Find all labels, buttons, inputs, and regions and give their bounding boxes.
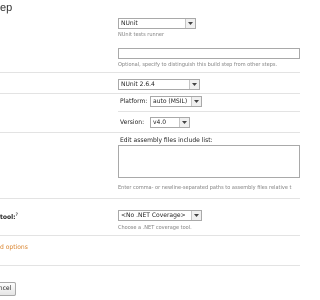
chevron-down-icon — [191, 211, 201, 220]
platform-select[interactable]: auto (MSIL) — [150, 96, 202, 107]
runner-hint: NUnit tests runner — [118, 32, 164, 38]
chevron-down-icon — [185, 19, 195, 28]
runner-select-value: NUnit — [121, 20, 138, 27]
divider — [118, 111, 300, 112]
coverage-tool-value: <No .NET Coverage> — [121, 212, 186, 219]
runner-select[interactable]: NUnit — [118, 18, 196, 29]
version-label: Version: — [120, 119, 145, 126]
coverage-tool-label-text: tool: — [0, 214, 16, 221]
platform-label: Platform: — [120, 98, 148, 105]
assemblies-hint: Enter comma- or newline-separated paths … — [118, 185, 292, 191]
nunit-version-select[interactable]: NUnit 2.6.4 — [118, 79, 200, 90]
version-select-value: v4.0 — [153, 119, 167, 126]
chevron-down-icon — [189, 80, 199, 89]
page-title: ep — [0, 2, 13, 14]
platform-select-value: auto (MSIL) — [153, 98, 188, 105]
chevron-down-icon — [191, 97, 201, 106]
nunit-version-value: NUnit 2.6.4 — [121, 81, 155, 88]
divider — [0, 198, 300, 199]
divider — [0, 93, 300, 94]
assemblies-textarea[interactable] — [118, 145, 300, 178]
step-name-input[interactable] — [118, 48, 300, 59]
coverage-tool-hint: Choose a .NET coverage tool. — [118, 225, 192, 231]
divider — [0, 265, 300, 266]
advanced-options-link[interactable]: d options — [0, 244, 28, 251]
coverage-tool-select[interactable]: <No .NET Coverage> — [118, 210, 202, 221]
divider — [0, 72, 300, 73]
help-icon[interactable]: ? — [16, 212, 18, 217]
coverage-tool-label: tool:? — [0, 212, 18, 221]
version-select[interactable]: v4.0 — [150, 117, 190, 128]
chevron-down-icon — [179, 118, 189, 127]
assemblies-label: Edit assembly files include list: — [120, 137, 213, 144]
step-name-hint: Optional, specify to distinguish this bu… — [118, 62, 278, 68]
divider — [0, 132, 300, 133]
divider — [0, 235, 300, 236]
cancel-button[interactable]: ncel — [0, 282, 16, 296]
